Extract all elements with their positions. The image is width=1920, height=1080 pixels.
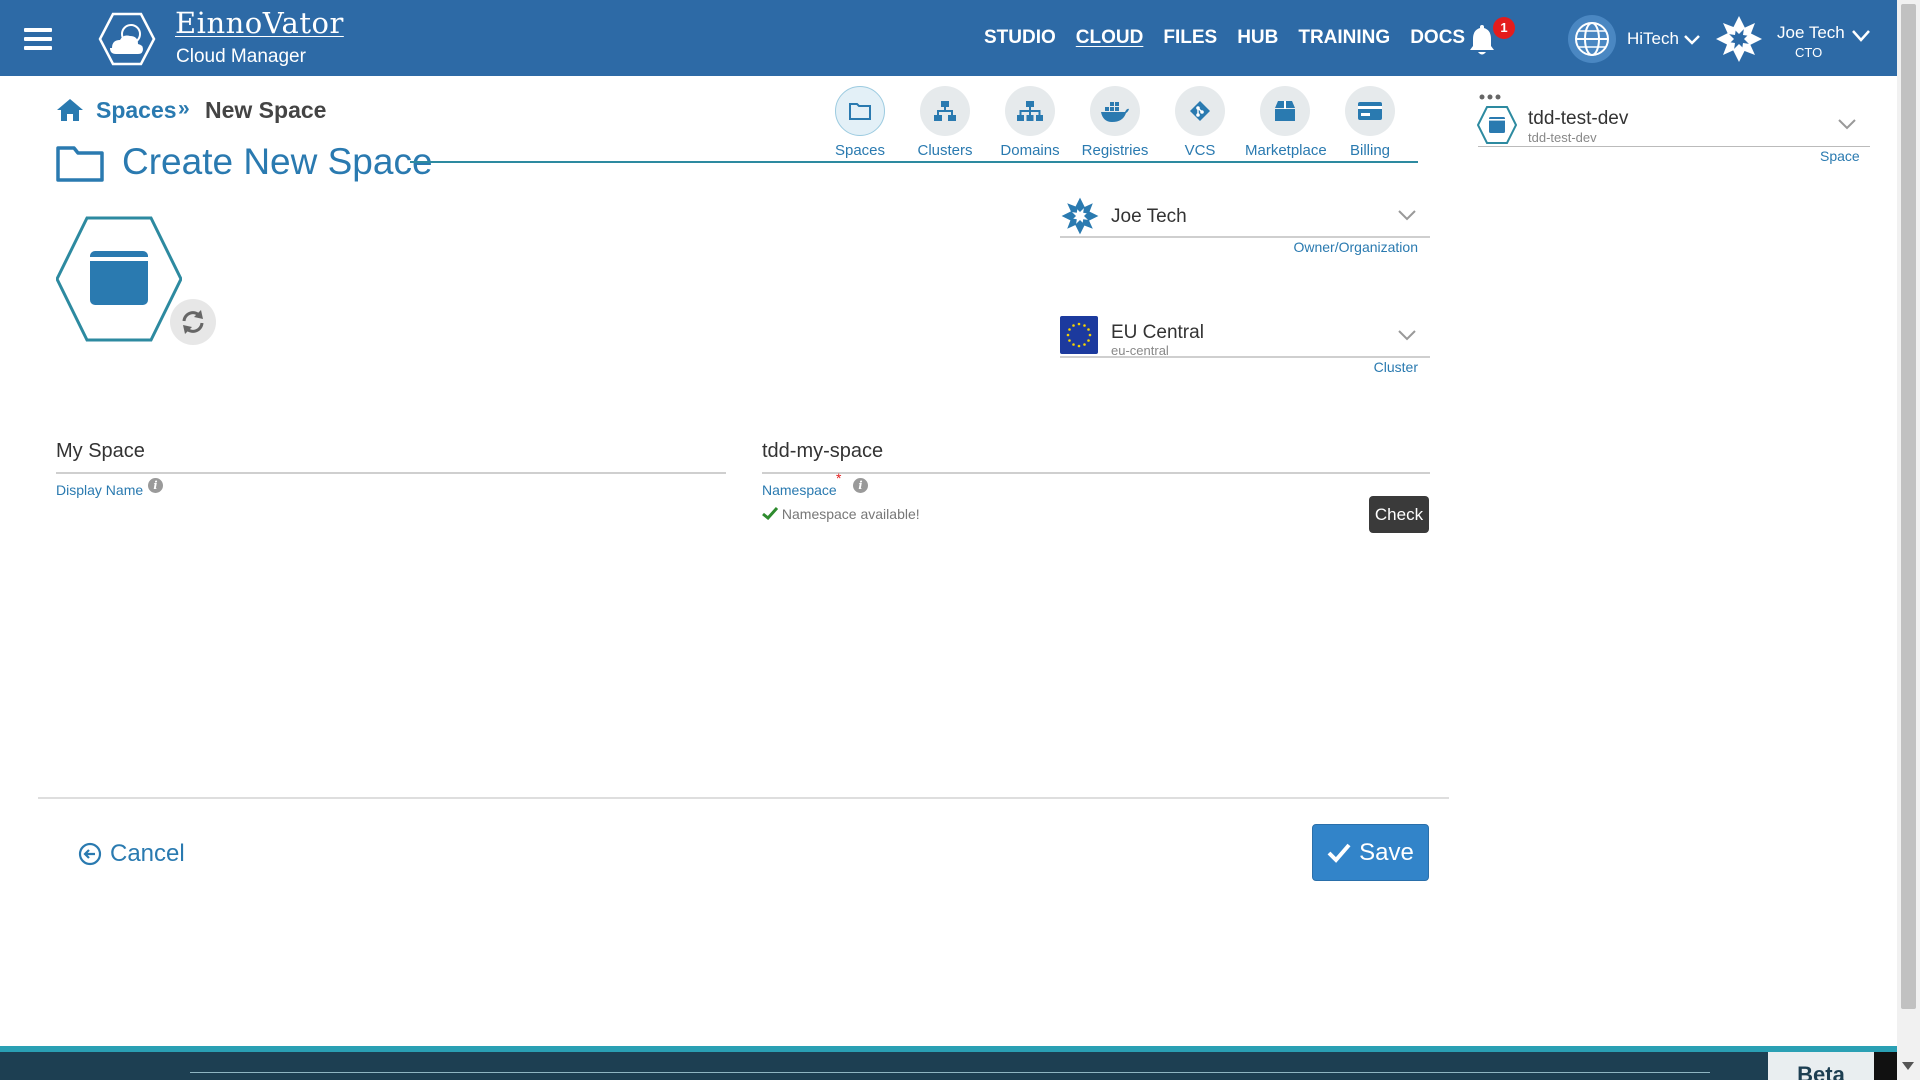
breadcrumb-spaces-link[interactable]: Spaces [96, 97, 177, 124]
cluster-underline [1060, 356, 1430, 358]
cluster-value: EU Central [1111, 322, 1204, 343]
more-options-icon[interactable] [1479, 94, 1501, 100]
breadcrumb-separator: » [178, 97, 190, 120]
chevron-down-icon[interactable] [1852, 30, 1870, 42]
cluster-dropdown[interactable]: EU Central eu-central [1060, 316, 1430, 360]
notification-badge: 1 [1493, 17, 1515, 39]
nav-hub[interactable]: HUB [1237, 27, 1278, 49]
section-nav-label: Registries [1081, 142, 1149, 159]
bottom-banner [0, 1046, 1897, 1080]
owner-dropdown[interactable]: Joe Tech [1060, 196, 1430, 240]
refresh-icon [182, 310, 204, 334]
nav-studio[interactable]: STUDIO [984, 27, 1056, 49]
beta-tab[interactable]: Beta [1768, 1052, 1874, 1080]
section-nav-label: Clusters [917, 142, 973, 159]
user-name[interactable]: Joe Tech [1777, 23, 1845, 43]
save-button[interactable]: Save [1312, 824, 1429, 881]
display-name-input[interactable] [56, 440, 726, 463]
home-icon[interactable] [56, 98, 84, 122]
section-nav-spaces[interactable]: Spaces [820, 86, 900, 159]
section-nav-registries[interactable]: Registries [1075, 86, 1155, 159]
corner-block [1874, 1052, 1897, 1080]
globe-icon[interactable] [1568, 15, 1616, 63]
folder-icon [849, 103, 871, 120]
space-selector-underline [1478, 146, 1870, 147]
docker-icon [1101, 102, 1129, 122]
display-name-underline [56, 472, 726, 474]
brand-subtitle: Cloud Manager [176, 46, 306, 67]
box-icon [1275, 101, 1295, 121]
tenant-selector[interactable]: HiTech [1627, 29, 1700, 49]
checkmark-icon [1327, 843, 1351, 863]
chevron-down-icon [1398, 210, 1416, 221]
nav-cloud[interactable]: CLOUD [1076, 27, 1144, 49]
cluster-label: Cluster [1373, 359, 1418, 375]
nav-files[interactable]: FILES [1163, 27, 1217, 49]
page-title: Create New Space [122, 141, 433, 182]
section-nav-label: Domains [1000, 142, 1060, 159]
required-marker: * [836, 470, 842, 486]
title-divider [410, 161, 1418, 163]
section-nav-vcs[interactable]: VCS [1160, 86, 1240, 159]
chevron-down-icon [1683, 34, 1700, 45]
check-namespace-button[interactable]: Check [1369, 496, 1429, 533]
vertical-scrollbar[interactable] [1897, 0, 1920, 1080]
scrollbar-thumb[interactable] [1901, 4, 1916, 1009]
cancel-button[interactable]: Cancel [78, 840, 185, 868]
section-nav-marketplace[interactable]: Marketplace [1245, 86, 1327, 159]
sitemap-icon [934, 101, 956, 121]
tenant-name: HiTech [1627, 29, 1679, 48]
chevron-down-icon [1398, 330, 1416, 341]
git-icon [1190, 101, 1210, 121]
space-selector-title[interactable]: tdd-test-dev [1528, 108, 1628, 130]
cancel-label: Cancel [110, 840, 185, 867]
brand-name: EinnoVator [175, 6, 344, 40]
section-nav-label: Billing [1349, 142, 1391, 159]
eu-flag-icon [1060, 316, 1098, 354]
owner-underline [1060, 236, 1430, 238]
owner-label: Owner/Organization [1293, 239, 1418, 255]
space-icon [1477, 106, 1517, 144]
credit-card-icon [1358, 102, 1382, 120]
scroll-down-arrow-icon[interactable] [1902, 1062, 1914, 1070]
section-nav-billing[interactable]: Billing [1330, 86, 1410, 159]
user-avatar-icon[interactable] [1714, 14, 1764, 64]
nav-training[interactable]: TRAINING [1298, 27, 1390, 49]
user-role: CTO [1795, 45, 1823, 60]
space-avatar-icon [56, 216, 182, 342]
chevron-down-icon[interactable] [1837, 118, 1857, 130]
space-selector-label: Space [1820, 148, 1860, 164]
namespace-label: Namespace [762, 482, 837, 498]
form-footer-divider [38, 797, 1449, 799]
hamburger-menu-icon[interactable] [24, 26, 52, 50]
display-name-label: Display Name [56, 482, 144, 498]
section-nav-domains[interactable]: Domains [990, 86, 1070, 159]
section-nav-clusters[interactable]: Clusters [905, 86, 985, 159]
info-icon[interactable]: i [853, 478, 868, 493]
save-label: Save [1359, 838, 1414, 866]
namespace-input[interactable] [762, 440, 1430, 463]
namespace-status: Namespace available! [762, 506, 920, 522]
refresh-avatar-button[interactable] [170, 299, 216, 345]
owner-value: Joe Tech [1111, 206, 1187, 227]
folder-icon [56, 146, 104, 182]
main-nav: STUDIO CLOUD FILES HUB TRAINING DOCS [984, 27, 1465, 49]
section-nav-label: Marketplace [1245, 142, 1327, 159]
back-arrow-circle-icon [78, 842, 102, 866]
checkmark-icon [762, 506, 779, 521]
section-nav-label: VCS [1184, 142, 1216, 159]
namespace-status-text: Namespace available! [781, 506, 920, 522]
brand-logo-icon [98, 12, 156, 66]
section-nav-label: Spaces [834, 142, 886, 159]
space-selector-subtitle: tdd-test-dev [1528, 130, 1597, 145]
breadcrumb-current: New Space [205, 97, 327, 123]
bottom-banner-line [190, 1072, 1710, 1073]
nav-docs[interactable]: DOCS [1410, 27, 1465, 49]
organization-logo-icon [1061, 197, 1099, 235]
info-icon[interactable]: i [148, 478, 163, 493]
network-icon [1017, 101, 1043, 121]
namespace-underline [762, 472, 1430, 474]
top-bar: EinnoVator Cloud Manager STUDIO CLOUD FI… [0, 0, 1920, 76]
